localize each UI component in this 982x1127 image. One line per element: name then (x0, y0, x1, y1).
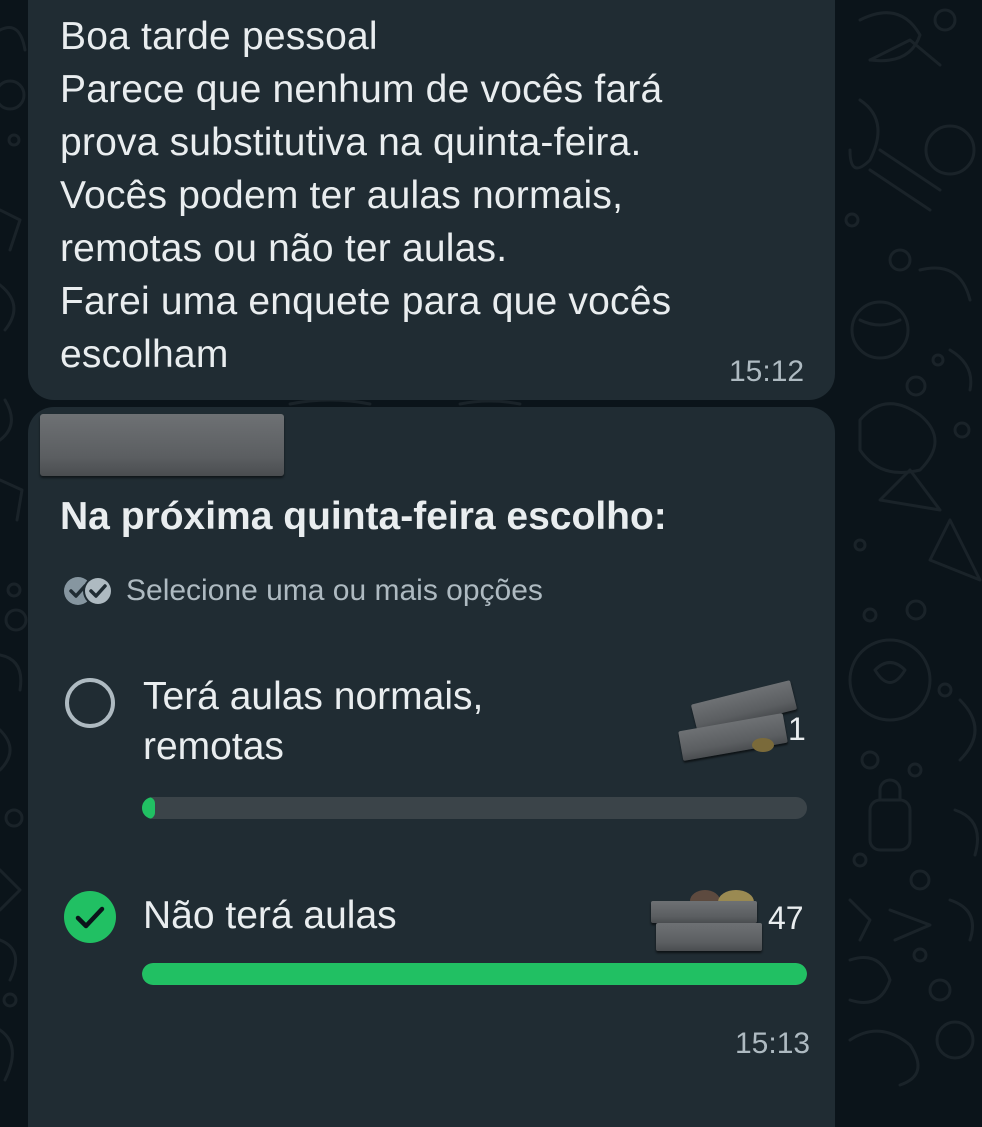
wallpaper-doodle (0, 208, 22, 252)
vote-count[interactable]: 1 (788, 711, 806, 748)
poll-timestamp: 15:13 (735, 1027, 811, 1060)
poll-selection-hint: Selecione uma ou mais opções (62, 572, 543, 610)
redacted-voter-avatars (656, 923, 762, 951)
message-timestamp: 15:12 (729, 355, 805, 388)
double-check-icon (64, 576, 113, 606)
wallpaper-doodle (935, 1020, 975, 1060)
wallpaper-doodle (4, 808, 24, 828)
wallpaper-doodle (924, 124, 976, 176)
message-line: remotas ou não ter aulas. (60, 227, 508, 270)
voter-avatar (752, 738, 774, 752)
wallpaper-doodle (0, 728, 12, 772)
wallpaper-doodle (909, 869, 931, 891)
message-line: prova substitutiva na quinta-feira. (60, 121, 642, 164)
wallpaper-doodle (907, 762, 923, 778)
option-checked-icon[interactable] (64, 891, 116, 943)
poll-question: Na próxima quinta-feira escolho: (60, 495, 667, 538)
wallpaper-doodle (888, 248, 912, 272)
wallpaper-doodle (0, 938, 18, 982)
message-line: Boa tarde pessoal (60, 15, 378, 58)
wallpaper-doodle (873, 661, 907, 684)
wallpaper-doodle (888, 908, 932, 942)
wallpaper-doodle (953, 808, 979, 857)
vote-progress-bar (142, 797, 807, 819)
wallpaper-doodle (2, 992, 18, 1008)
vote-progress-bar (142, 963, 807, 985)
wallpaper-doodle (928, 518, 982, 582)
wallpaper-doodle (0, 26, 27, 52)
wallpaper-doodle (858, 402, 937, 474)
poll-subtitle: Selecione uma ou mais opções (126, 574, 543, 607)
wallpaper-doodle (0, 1028, 14, 1082)
wallpaper-doodle (937, 682, 953, 698)
poll-option-line: Não terá aulas (143, 894, 397, 937)
wallpaper-doodle (0, 868, 22, 912)
wallpaper-doodle (0, 653, 23, 692)
wallpaper-doodle (868, 148, 942, 212)
wallpaper-doodle (848, 1029, 920, 1087)
wallpaper-doodle (958, 698, 977, 762)
wallpaper-doodle (905, 375, 927, 397)
wallpaper-doodle (931, 353, 945, 367)
wallpaper-doodle (288, 398, 522, 406)
wallpaper-doodle (868, 798, 912, 852)
wallpaper-doodle (6, 582, 22, 598)
vote-count[interactable]: 47 (768, 900, 804, 937)
poll-option-line: remotas (143, 725, 284, 768)
wallpaper-doodle (844, 212, 860, 228)
wallpaper-doodle (0, 478, 24, 522)
wallpaper-doodle (905, 599, 927, 621)
wallpaper-doodle (848, 98, 880, 170)
message-line: escolham (60, 333, 229, 376)
wallpaper-doodle (860, 750, 880, 770)
wallpaper-doodle (852, 852, 868, 868)
wallpaper-doodle (933, 8, 957, 32)
wallpaper-doodle (4, 608, 28, 632)
wallpaper-doodle (0, 398, 13, 442)
wallpaper-doodle (948, 348, 973, 392)
message-line: Vocês podem ter aulas normais, (60, 174, 624, 217)
wallpaper-doodle (853, 538, 867, 552)
wallpaper-doodle (858, 11, 922, 63)
option-radio-unchecked-icon[interactable] (64, 677, 116, 729)
wallpaper-doodle (0, 283, 16, 332)
message-text: Boa tarde pessoal Parece que nenhum de v… (60, 10, 790, 381)
wallpaper-doodle (912, 947, 928, 963)
poll-option-label[interactable]: Não terá aulas (143, 891, 397, 941)
wallpaper-doodle (878, 468, 942, 512)
wallpaper-doodle (918, 266, 972, 302)
wallpaper-doodle (953, 421, 971, 439)
wallpaper-doodle (848, 898, 872, 942)
message-line: Farei uma enquete para que vocês (60, 280, 672, 323)
wallpaper-doodle (948, 898, 974, 942)
poll-option-line: Terá aulas normais, (143, 675, 484, 718)
redacted-voter-avatars (651, 901, 757, 923)
wallpaper-doodle (862, 607, 878, 623)
wallpaper-doodle (928, 978, 952, 1002)
vote-progress-fill (142, 963, 807, 985)
wallpaper-doodle (848, 956, 892, 1004)
wallpaper-doodle (7, 133, 21, 147)
wallpaper-doodle (878, 778, 902, 802)
wallpaper-doodle (0, 79, 26, 111)
poll-option-label[interactable]: Terá aulas normais, remotas (143, 672, 483, 772)
redacted-sender-name (40, 414, 284, 476)
message-line: Parece que nenhum de vocês fará (60, 68, 663, 111)
wallpaper-doodle (850, 300, 910, 360)
wallpaper-doodle (858, 318, 902, 327)
wallpaper-doodle (848, 638, 932, 722)
